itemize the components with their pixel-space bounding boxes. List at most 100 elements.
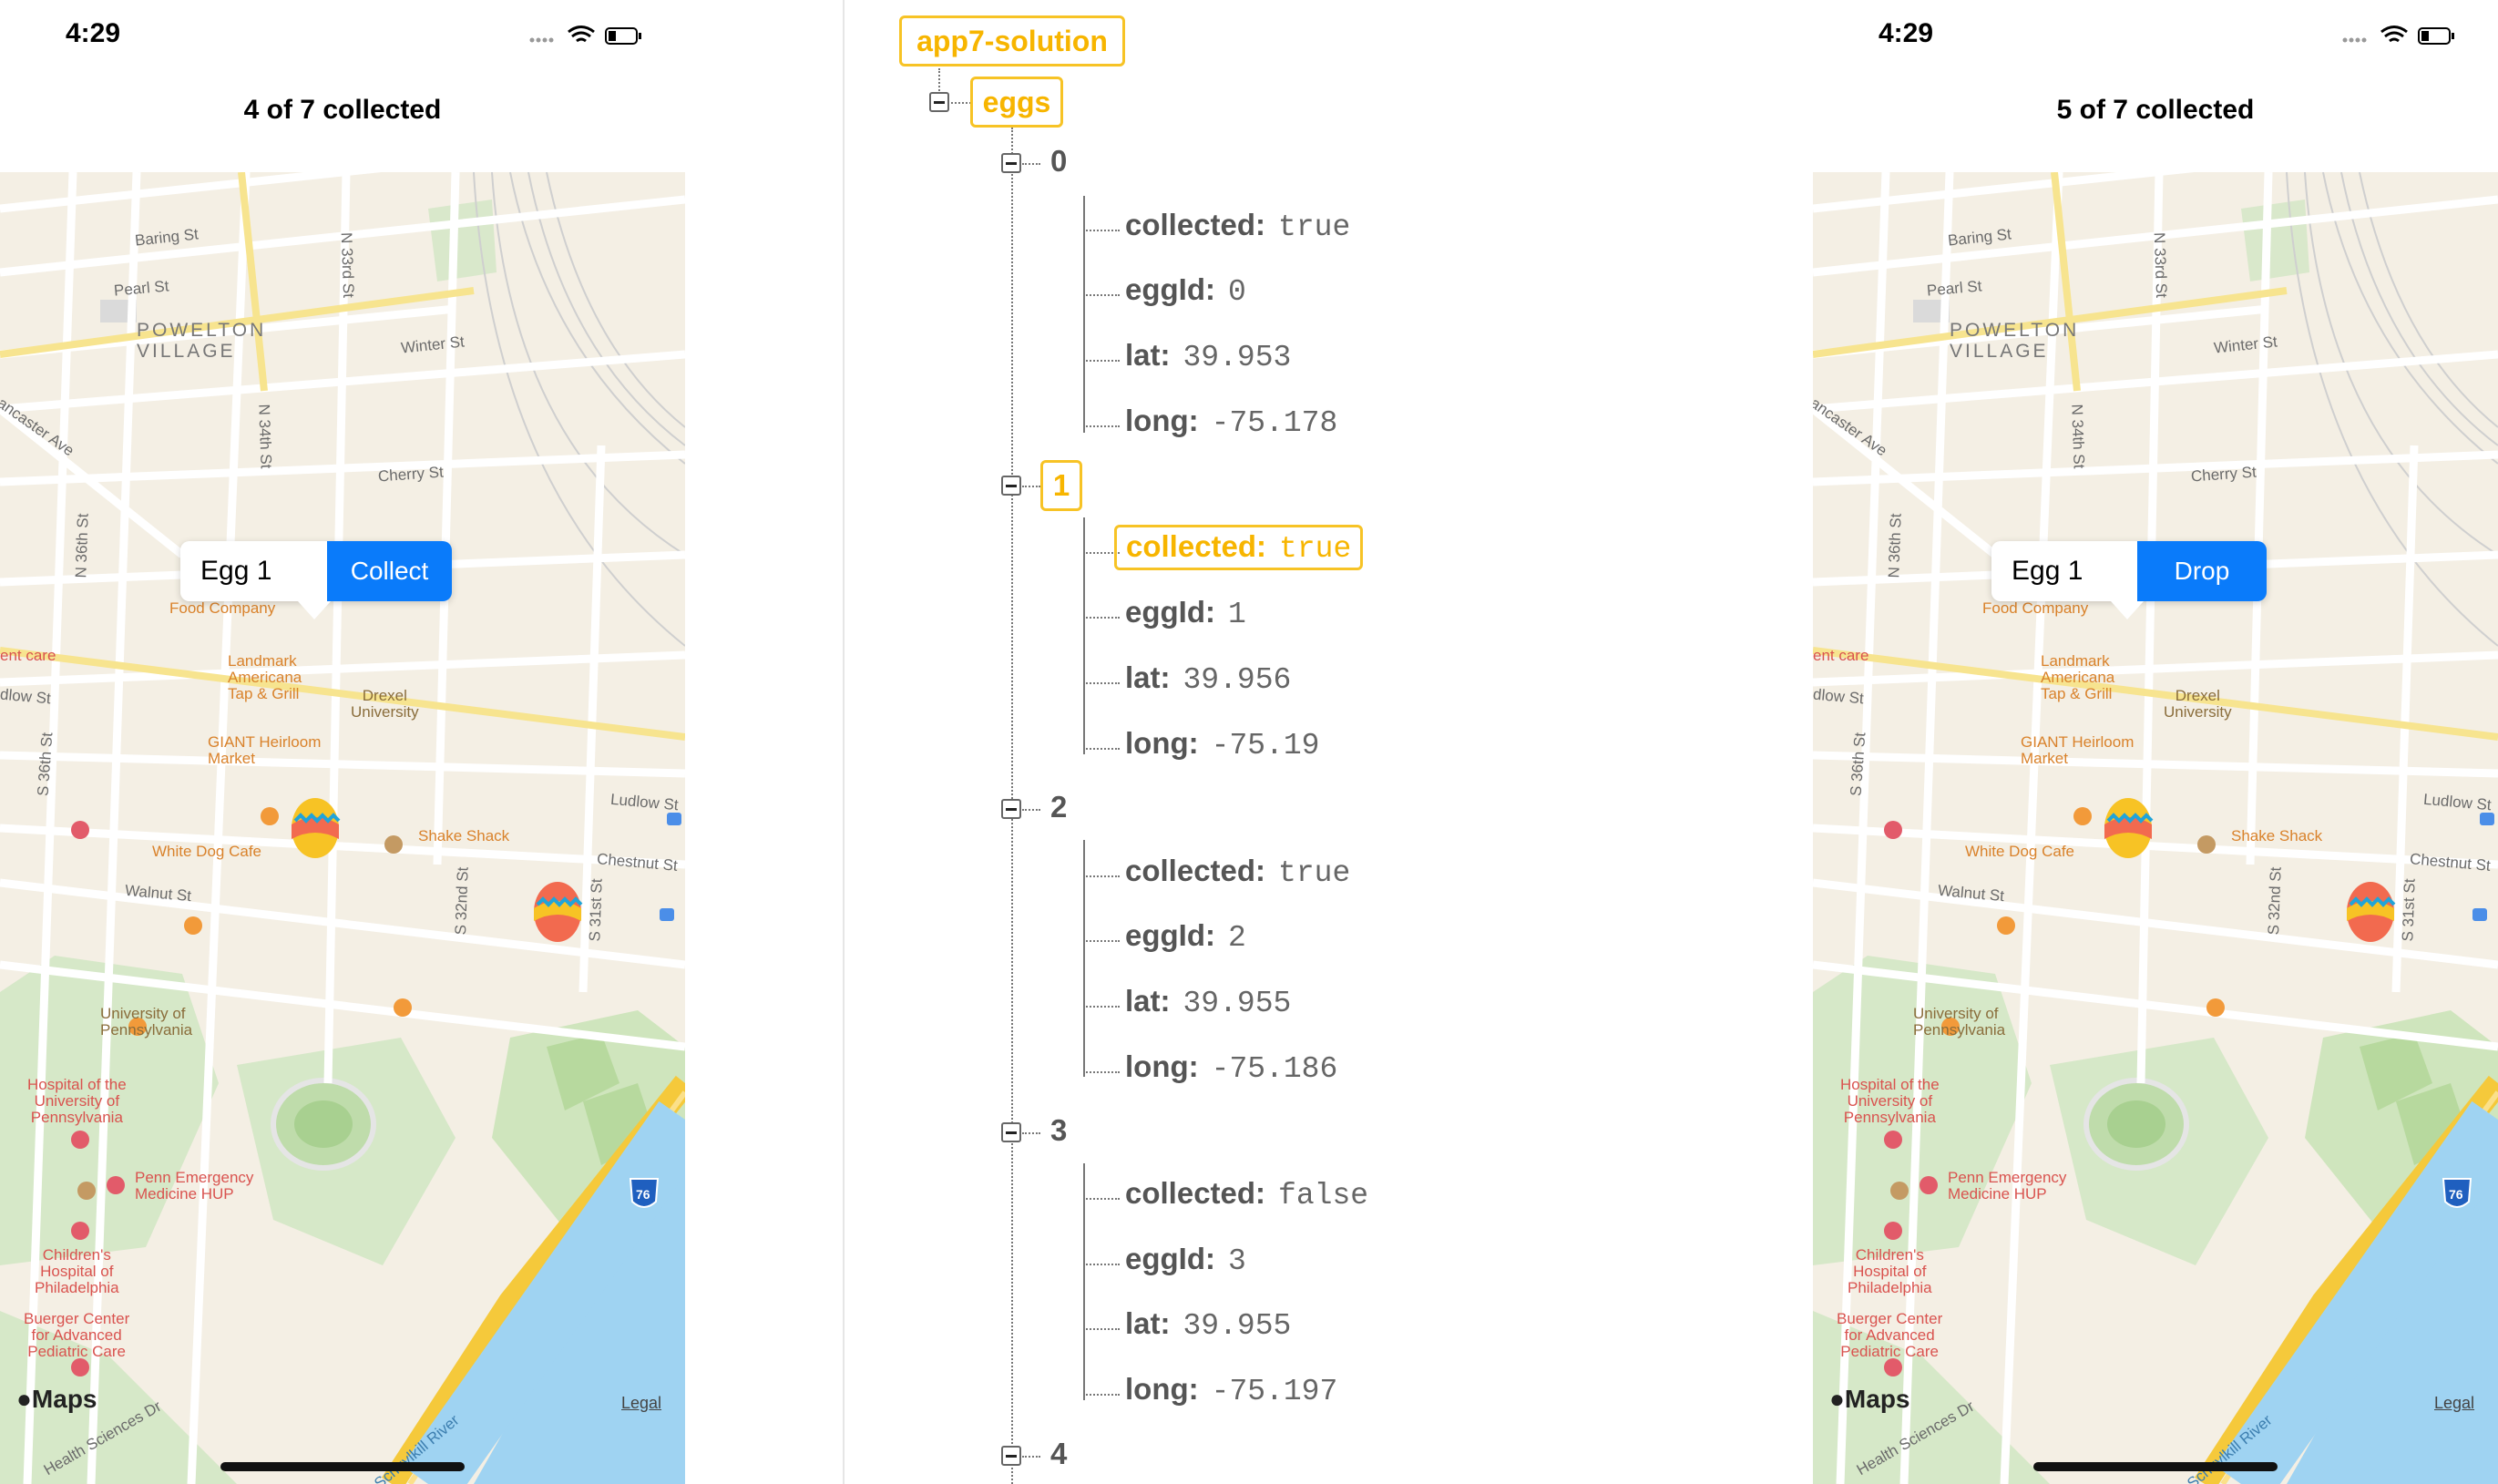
field-eggid[interactable]: eggId: 0: [1125, 272, 1246, 309]
apple-icon: ●: [1829, 1385, 1845, 1413]
callout-pointer: [298, 601, 331, 619]
poi-label: University of Pennsylvania: [100, 1005, 193, 1039]
field-collected[interactable]: collected: false: [1125, 1176, 1368, 1213]
street-label: N 36th St: [72, 513, 92, 578]
database-tree-panel: app7-solution eggs 0 collected: true eggI…: [843, 0, 1815, 1484]
legal-link[interactable]: Legal: [621, 1394, 661, 1413]
status-time: 4:29: [1879, 18, 1934, 48]
field-long[interactable]: long: -75.178: [1125, 404, 1337, 440]
signal-icon: [2342, 37, 2367, 43]
field-eggid[interactable]: eggId: 3: [1125, 1242, 1246, 1278]
field-collected[interactable]: collected: true: [1125, 854, 1350, 890]
tree-connector: [1083, 682, 1120, 684]
poi-label: Shake Shack: [2231, 827, 2323, 844]
poi-label: University of Pennsylvania: [1913, 1005, 2006, 1039]
home-indicator[interactable]: [2033, 1462, 2278, 1471]
poi-label: Buerger Center for Advanced Pediatric Ca…: [24, 1310, 130, 1360]
tree-connector: [1083, 940, 1120, 942]
tree-connector: [1083, 748, 1120, 750]
poi-label: White Dog Cafe: [1965, 843, 2074, 860]
status-time: 4:29: [66, 18, 121, 48]
district-label: POWELTON VILLAGE: [1950, 320, 2080, 362]
poi-label: Penn Emergency Medicine HUP: [1948, 1169, 2067, 1203]
egg-icon: [2347, 882, 2396, 942]
street-label: N 34th St: [255, 404, 275, 469]
tree-connector: [1083, 1264, 1120, 1265]
street-label: S 32nd St: [452, 866, 472, 936]
map-view[interactable]: Baring St Pearl St POWELTON VILLAGE Wint…: [0, 172, 685, 1484]
collect-button[interactable]: Collect: [327, 541, 452, 601]
apple-maps-logo: ●Maps: [1829, 1385, 1910, 1413]
poi-label: Shake Shack: [418, 827, 510, 844]
tree-connector: [1083, 1071, 1120, 1073]
collapse-toggle[interactable]: [929, 92, 949, 112]
callout-title: Egg 1: [180, 541, 328, 601]
poi-label: Hospital of the University of Pennsylvan…: [1840, 1076, 1940, 1126]
right-phone-screen: 4:29 5 of 7 collected Baring St Pearl St…: [1813, 0, 2498, 1484]
tree-connector: [1022, 486, 1040, 487]
district-label: POWELTON VILLAGE: [137, 320, 267, 362]
street-label: N 33rd St: [2150, 231, 2171, 299]
collapse-toggle[interactable]: [1001, 153, 1021, 173]
egg-index-label[interactable]: 3: [1050, 1113, 1067, 1148]
poi-label: Drexel University: [2164, 687, 2232, 721]
poi-label: Food Company: [169, 599, 276, 617]
poi-label: ent care: [1813, 647, 1869, 664]
root-node[interactable]: app7-solution: [899, 15, 1125, 67]
field-long[interactable]: long: -75.19: [1125, 726, 1319, 762]
home-indicator[interactable]: [220, 1462, 465, 1471]
street-label: N 36th St: [1885, 513, 1905, 578]
field-eggid[interactable]: eggId: 2: [1125, 918, 1246, 955]
poi-label: Hospital of the University of Pennsylvan…: [27, 1076, 127, 1126]
apple-icon: ●: [16, 1385, 32, 1413]
collapse-toggle[interactable]: [1001, 476, 1021, 496]
field-long[interactable]: long: -75.197: [1125, 1372, 1337, 1408]
collapse-toggle[interactable]: [1001, 1122, 1021, 1142]
field-long[interactable]: long: -75.186: [1125, 1049, 1337, 1086]
poi-label: White Dog Cafe: [152, 843, 261, 860]
collapse-toggle[interactable]: [1001, 799, 1021, 819]
poi-label: Landmark Americana Tap & Grill: [228, 652, 302, 702]
street-label: S 31st St: [2399, 878, 2419, 942]
egg-index-label[interactable]: 1: [1040, 460, 1082, 511]
poi-label: Landmark Americana Tap & Grill: [2041, 652, 2115, 702]
field-eggid[interactable]: eggId: 1: [1125, 595, 1246, 631]
tree-connector: [1083, 1006, 1120, 1008]
tree-connector: [1022, 1456, 1040, 1458]
legal-link[interactable]: Legal: [2434, 1394, 2474, 1413]
field-collected-highlighted[interactable]: collected: true: [1114, 525, 1364, 570]
egg-index-label[interactable]: 2: [1050, 790, 1067, 824]
field-lat[interactable]: lat: 39.956: [1125, 660, 1291, 697]
highway-shield-label: 76: [2449, 1187, 2463, 1202]
field-lat[interactable]: lat: 39.955: [1125, 984, 1291, 1020]
annotation-callout: Egg 1 Collect: [180, 541, 452, 601]
map-view[interactable]: Baring St Pearl St POWELTON VILLAGE Wint…: [1813, 172, 2498, 1484]
poi-label: Buerger Center for Advanced Pediatric Ca…: [1837, 1310, 1943, 1360]
drop-button[interactable]: Drop: [2137, 541, 2267, 601]
eggs-node[interactable]: eggs: [970, 77, 1063, 128]
tree-connector: [1083, 1328, 1120, 1330]
tree-connector: [1083, 1198, 1120, 1200]
field-lat[interactable]: lat: 39.953: [1125, 338, 1291, 374]
tree-connector: [1083, 294, 1120, 296]
egg-icon: [2104, 798, 2154, 858]
tree-connector: [1022, 1132, 1040, 1134]
collapse-toggle[interactable]: [1001, 1446, 1021, 1466]
tree-connector: [1083, 617, 1120, 619]
egg-index-label[interactable]: 0: [1050, 144, 1067, 179]
poi-label: GIANT Heirloom Market: [2021, 733, 2135, 767]
field-collected[interactable]: collected: true: [1125, 208, 1350, 244]
poi-label: Children's Hospital of Philadelphia: [35, 1246, 119, 1296]
street-label: S 31st St: [586, 878, 606, 942]
poi-label: Penn Emergency Medicine HUP: [135, 1169, 254, 1203]
tree-connector: [1022, 809, 1040, 811]
wifi-icon: [568, 26, 595, 43]
field-lat[interactable]: lat: 39.955: [1125, 1306, 1291, 1343]
street-label: N 34th St: [2068, 404, 2088, 469]
poi-label: Food Company: [1982, 599, 2089, 617]
status-icons: [529, 26, 641, 45]
nav-title: 4 of 7 collected: [243, 95, 442, 125]
tree-connector: [951, 102, 971, 104]
poi-label: GIANT Heirloom Market: [208, 733, 322, 767]
egg-index-label[interactable]: 4: [1050, 1437, 1067, 1471]
